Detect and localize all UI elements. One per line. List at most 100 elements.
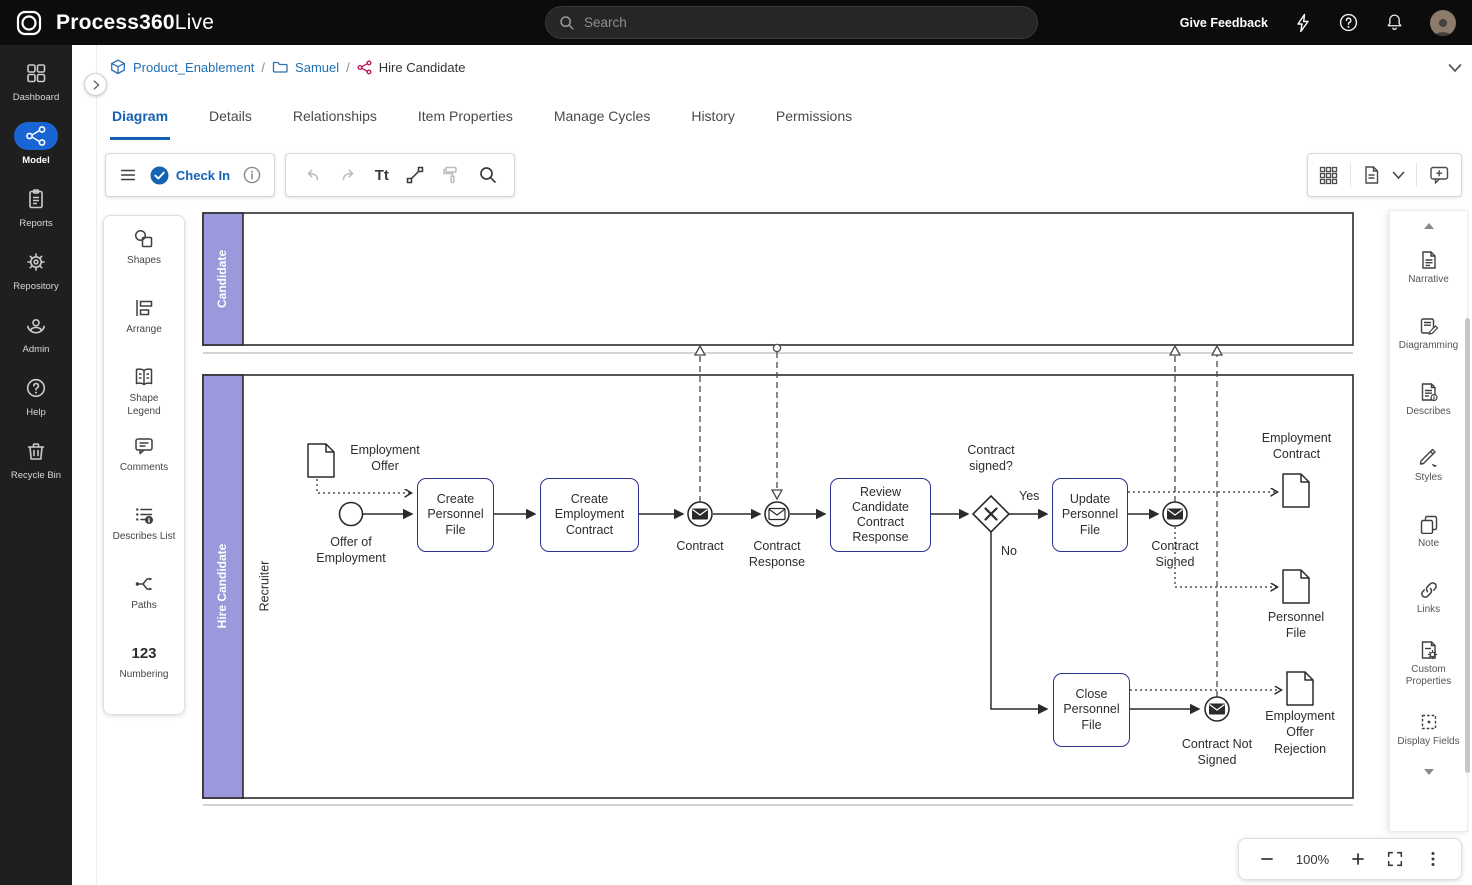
tool-arrange[interactable]: Arrange <box>105 297 183 366</box>
reports-icon <box>25 188 47 210</box>
tab-bar: Diagram Details Relationships Item Prope… <box>110 102 854 140</box>
task-create-employment-contract[interactable]: Create Employment Contract <box>540 478 639 552</box>
data-object-employment-offer[interactable] <box>308 444 334 477</box>
chevron-down-icon[interactable] <box>1392 171 1405 180</box>
task-create-personnel-file[interactable]: Create Personnel File <box>417 478 494 552</box>
label-employment-contract: Employment Contract <box>1249 430 1344 463</box>
panel-item-narrative[interactable]: Narrative <box>1391 235 1467 301</box>
lightning-icon[interactable] <box>1294 13 1312 33</box>
panel-item-custom-properties[interactable]: Custom Properties <box>1391 631 1467 697</box>
numbering-icon: 123 <box>131 642 156 664</box>
message-event-contract-response[interactable] <box>765 502 789 526</box>
tool-paths[interactable]: Paths <box>105 573 183 642</box>
data-object-employment-contract[interactable] <box>1283 474 1309 507</box>
diagram-canvas[interactable]: Candidate Hire Candidate Recruiter <box>195 205 1365 817</box>
bell-icon[interactable] <box>1385 12 1404 33</box>
sidebar-item-repository[interactable]: Repository <box>0 248 72 311</box>
content-divider <box>96 45 97 885</box>
tool-shape-legend[interactable]: Shape Legend <box>105 366 183 435</box>
panel-item-display-fields[interactable]: Display Fields <box>1391 697 1467 763</box>
tab-item-properties[interactable]: Item Properties <box>416 102 515 140</box>
help-circle-icon <box>25 377 47 399</box>
vertical-scrollbar[interactable] <box>1465 318 1470 773</box>
search-diagram-icon[interactable] <box>478 165 498 185</box>
start-event-offer-of-employment[interactable] <box>340 503 363 526</box>
task-review-candidate-contract-response[interactable]: Review Candidate Contract Response <box>830 478 931 552</box>
label-no: No <box>1001 543 1031 559</box>
tool-comments[interactable]: Comments <box>105 435 183 504</box>
tab-manage-cycles[interactable]: Manage Cycles <box>552 102 653 140</box>
search-bar[interactable] <box>545 6 1038 39</box>
breadcrumb-link-samuel[interactable]: Samuel <box>295 60 339 75</box>
sidebar-item-reports[interactable]: Reports <box>0 185 72 248</box>
zoom-in-icon[interactable] <box>1350 851 1366 867</box>
tool-numbering[interactable]: 123 Numbering <box>105 642 183 711</box>
avatar[interactable] <box>1430 10 1456 36</box>
add-comment-icon[interactable] <box>1429 165 1450 185</box>
menu-hamburger-icon[interactable] <box>119 166 137 184</box>
label-contract-response: Contract Response <box>735 538 819 571</box>
grid-view-icon[interactable] <box>1319 166 1338 185</box>
zoom-out-icon[interactable] <box>1259 851 1275 867</box>
panel-item-label: Narrative <box>1395 274 1463 287</box>
panel-scroll-up[interactable] <box>1423 217 1435 235</box>
connector-tool-icon[interactable] <box>405 165 425 185</box>
message-event-contract[interactable] <box>688 502 712 526</box>
sidebar-item-recycle-bin[interactable]: Recycle Bin <box>0 437 72 500</box>
display-fields-icon <box>1419 712 1439 732</box>
panel-item-diagramming[interactable]: Diagramming <box>1391 301 1467 367</box>
pool-candidate-label: Candidate <box>215 250 229 308</box>
panel-scroll-down[interactable] <box>1423 763 1435 781</box>
sidebar-item-help[interactable]: Help <box>0 374 72 437</box>
tab-permissions[interactable]: Permissions <box>774 102 854 140</box>
topbar: Process360Live Give Feedback <box>0 0 1472 45</box>
panel-item-describes[interactable]: Describes <box>1391 367 1467 433</box>
message-arrowhead <box>1170 346 1180 355</box>
tool-describes-list[interactable]: Describes List <box>105 504 183 573</box>
tool-label: Describes List <box>112 531 176 544</box>
panel-item-note[interactable]: Note <box>1391 499 1467 565</box>
sidebar-item-dashboard[interactable]: Dashboard <box>0 59 72 122</box>
task-update-personnel-file[interactable]: Update Personnel File <box>1052 478 1128 552</box>
panel-item-styles[interactable]: Styles <box>1391 433 1467 499</box>
message-event-contract-not-signed[interactable] <box>1205 697 1229 721</box>
info-icon[interactable] <box>243 166 261 184</box>
panel-item-label: Display Fields <box>1395 736 1463 749</box>
redo-icon[interactable] <box>339 165 359 185</box>
tab-history[interactable]: History <box>689 102 737 140</box>
more-options-kebab-icon[interactable] <box>1425 850 1441 868</box>
check-in-button[interactable]: Check In <box>150 166 230 185</box>
tab-details[interactable]: Details <box>207 102 254 140</box>
data-object-employment-offer-rejection[interactable] <box>1287 672 1313 705</box>
breadcrumb-link-product-enablement[interactable]: Product_Enablement <box>133 60 254 75</box>
message-event-contract-signed[interactable] <box>1163 502 1187 526</box>
task-close-personnel-file[interactable]: Close Personnel File <box>1053 673 1130 747</box>
main-content: Product_Enablement / Samuel / Hire Candi… <box>72 45 1472 885</box>
sidebar-label: Admin <box>23 344 50 355</box>
panel-collapse-button[interactable] <box>84 73 107 96</box>
tool-shapes[interactable]: Shapes <box>105 228 183 297</box>
data-object-personnel-file[interactable] <box>1283 570 1309 603</box>
tab-diagram[interactable]: Diagram <box>110 102 170 140</box>
pool-candidate[interactable]: Candidate <box>203 213 1353 353</box>
format-painter-icon[interactable] <box>441 165 461 185</box>
sidebar-label: Reports <box>19 218 52 229</box>
tool-label: Paths <box>112 600 176 613</box>
tab-relationships[interactable]: Relationships <box>291 102 379 140</box>
cube-icon <box>110 59 126 75</box>
label-contract-signed-question: Contract signed? <box>951 442 1031 475</box>
help-icon[interactable] <box>1338 12 1359 33</box>
document-view-icon[interactable] <box>1362 165 1381 185</box>
sidebar-item-model[interactable]: Model <box>0 122 72 185</box>
sidebar-item-admin[interactable]: Admin <box>0 311 72 374</box>
toolbar-group-checkin: Check In <box>105 153 275 197</box>
chevron-right-icon <box>90 79 102 91</box>
panel-item-links[interactable]: Links <box>1391 565 1467 631</box>
toolbar-divider <box>1416 163 1417 187</box>
fullscreen-icon[interactable] <box>1386 850 1404 868</box>
chevron-down-icon[interactable] <box>1448 63 1462 73</box>
undo-icon[interactable] <box>302 165 322 185</box>
text-tool-icon[interactable]: Tt <box>375 167 389 184</box>
give-feedback-link[interactable]: Give Feedback <box>1180 16 1268 30</box>
search-input[interactable] <box>584 15 1024 30</box>
